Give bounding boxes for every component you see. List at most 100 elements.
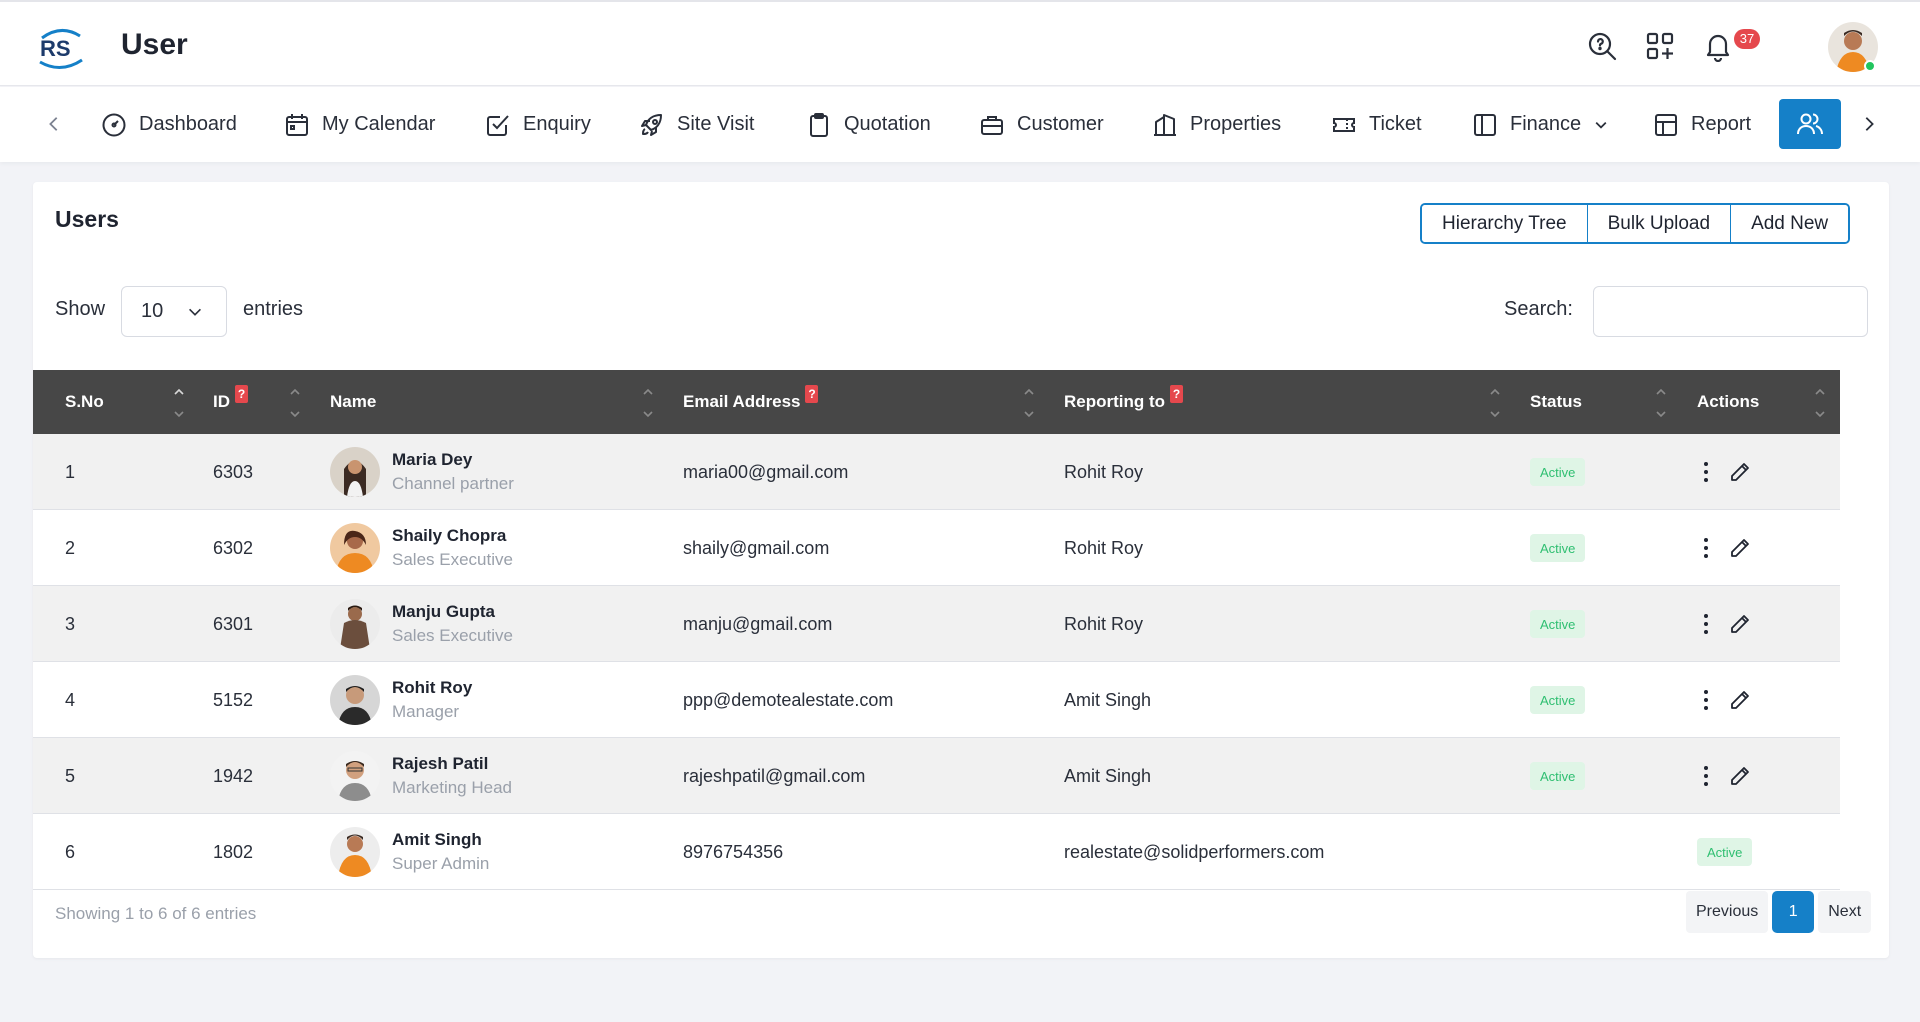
cell-name: Rohit Roy Manager xyxy=(330,662,472,738)
nav-item-dashboard[interactable]: Dashboard xyxy=(101,87,237,162)
nav-item-report[interactable]: Report xyxy=(1653,87,1751,162)
card-actions: Hierarchy Tree Bulk Upload Add New xyxy=(1420,203,1851,244)
avatar xyxy=(330,675,380,725)
previous-page-button[interactable]: Previous xyxy=(1686,891,1769,933)
nav-label: Site Visit xyxy=(677,113,755,135)
cell-name: Rajesh Patil Marketing Head xyxy=(330,738,512,814)
status-badge: Active xyxy=(1697,838,1753,866)
top-header: RS User 37 xyxy=(0,0,1920,86)
person-name[interactable]: Amit Singh xyxy=(392,828,489,852)
person-role: Marketing Head xyxy=(392,778,513,797)
show-label: Show xyxy=(55,298,106,320)
report-icon xyxy=(1655,113,1677,136)
search-icon[interactable] xyxy=(1586,30,1618,62)
cell-id: 5152 xyxy=(213,689,254,710)
status-badge: Active xyxy=(1530,458,1586,486)
ticket-icon xyxy=(1333,117,1355,132)
col-header-reporting[interactable]: Reporting to? xyxy=(1064,370,1184,434)
sort-icon[interactable] xyxy=(1812,382,1828,422)
sort-icon[interactable] xyxy=(1653,382,1669,422)
nav-label: Finance xyxy=(1510,113,1582,135)
cell-status: Active xyxy=(1697,814,1753,890)
nav-item-quotation[interactable]: Quotation xyxy=(806,87,931,162)
person-name[interactable]: Maria Dey xyxy=(392,448,514,472)
edit-pencil-icon[interactable] xyxy=(1729,461,1751,483)
more-vertical-icon[interactable] xyxy=(1697,687,1715,713)
notification-count-badge: 37 xyxy=(1734,29,1760,49)
nav-label: Quotation xyxy=(844,113,931,135)
more-vertical-icon[interactable] xyxy=(1697,611,1715,637)
nav-item-customer[interactable]: Customer xyxy=(979,87,1104,162)
calendar-icon xyxy=(286,113,308,136)
nav-item-ticket[interactable]: Ticket xyxy=(1331,87,1422,162)
help-icon[interactable]: ? xyxy=(235,385,248,403)
next-page-button[interactable]: Next xyxy=(1818,891,1872,933)
table-row: 5 1942 Rajesh Patil Marketing Head rajes… xyxy=(33,738,1840,814)
table-info: Showing 1 to 6 of 6 entries xyxy=(55,904,257,923)
col-header-actions[interactable]: Actions xyxy=(1697,370,1759,434)
person-role: Channel partner xyxy=(392,474,514,493)
cell-reporting: Rohit Roy xyxy=(1064,537,1144,558)
nav-item-my-calendar[interactable]: My Calendar xyxy=(284,87,435,162)
cell-email: manju@gmail.com xyxy=(683,613,833,634)
card-title: Users xyxy=(55,206,119,232)
person-name[interactable]: Shaily Chopra xyxy=(392,524,513,548)
col-header-id[interactable]: ID? xyxy=(213,370,248,434)
cell-email: ppp@demotealestate.com xyxy=(683,689,894,710)
col-header-status[interactable]: Status xyxy=(1530,370,1582,434)
nav-item-site-visit[interactable]: Site Visit xyxy=(639,87,754,162)
sort-icon[interactable] xyxy=(640,382,656,422)
pagination: Previous 1 Next xyxy=(1686,891,1872,933)
nav-item-finance[interactable]: Finance xyxy=(1472,87,1609,162)
briefcase-icon xyxy=(981,115,1003,135)
edit-pencil-icon[interactable] xyxy=(1729,689,1751,711)
edit-pencil-icon[interactable] xyxy=(1729,537,1751,559)
nav-scroll-right-icon[interactable] xyxy=(1854,109,1884,139)
enquiry-icon xyxy=(487,114,509,136)
sort-icon[interactable] xyxy=(1021,382,1037,422)
col-header-email[interactable]: Email Address? xyxy=(683,370,819,434)
sort-icon[interactable] xyxy=(1487,382,1503,422)
edit-pencil-icon[interactable] xyxy=(1729,765,1751,787)
nav-scroll-left-icon[interactable] xyxy=(39,109,69,139)
more-vertical-icon[interactable] xyxy=(1697,763,1715,789)
edit-pencil-icon[interactable] xyxy=(1729,613,1751,635)
nav-label: Enquiry xyxy=(523,113,591,135)
chevron-down-icon xyxy=(1595,121,1607,129)
page-button-current[interactable]: 1 xyxy=(1772,891,1815,933)
more-vertical-icon[interactable] xyxy=(1697,535,1715,561)
bulk-upload-button[interactable]: Bulk Upload xyxy=(1587,205,1732,242)
search-input[interactable] xyxy=(1593,286,1868,337)
person-name[interactable]: Manju Gupta xyxy=(392,600,513,624)
more-vertical-icon[interactable] xyxy=(1697,459,1715,485)
status-badge: Active xyxy=(1530,762,1586,790)
col-header-name[interactable]: Name xyxy=(330,370,376,434)
sort-icon[interactable] xyxy=(287,382,303,422)
cell-email: shaily@gmail.com xyxy=(683,537,830,558)
table-row: 6 1802 Amit Singh Super Admin 8976754356… xyxy=(33,814,1840,890)
nav-item-users-active[interactable] xyxy=(1779,99,1841,149)
cell-actions xyxy=(1697,434,1751,510)
add-new-button[interactable]: Add New xyxy=(1731,205,1849,242)
apps-grid-icon[interactable] xyxy=(1644,30,1676,62)
header-label: Reporting to xyxy=(1064,392,1166,411)
entries-per-page-select[interactable]: 10 xyxy=(121,286,227,337)
help-icon[interactable]: ? xyxy=(1170,385,1184,403)
cell-name: Maria Dey Channel partner xyxy=(330,434,514,510)
company-logo[interactable]: RS xyxy=(36,20,86,74)
person-name[interactable]: Rohit Roy xyxy=(392,676,472,700)
sort-icon[interactable] xyxy=(171,382,187,422)
table-row: 3 6301 Manju Gupta Sales Executive manju… xyxy=(33,586,1840,662)
cell-id: 6303 xyxy=(213,461,254,482)
online-status-dot xyxy=(1864,60,1876,72)
person-name[interactable]: Rajesh Patil xyxy=(392,752,512,776)
help-icon[interactable]: ? xyxy=(805,385,819,403)
hierarchy-tree-button[interactable]: Hierarchy Tree xyxy=(1422,205,1588,242)
col-header-sno[interactable]: S.No xyxy=(65,370,104,434)
main-nav: Dashboard My Calendar Enquiry Site Visit… xyxy=(0,87,1920,162)
nav-item-properties[interactable]: Properties xyxy=(1152,87,1281,162)
nav-item-enquiry[interactable]: Enquiry xyxy=(485,87,591,162)
bell-icon[interactable] xyxy=(1702,30,1734,63)
cell-actions xyxy=(1697,738,1751,814)
cell-reporting: realestate@solidperformers.com xyxy=(1064,841,1325,862)
